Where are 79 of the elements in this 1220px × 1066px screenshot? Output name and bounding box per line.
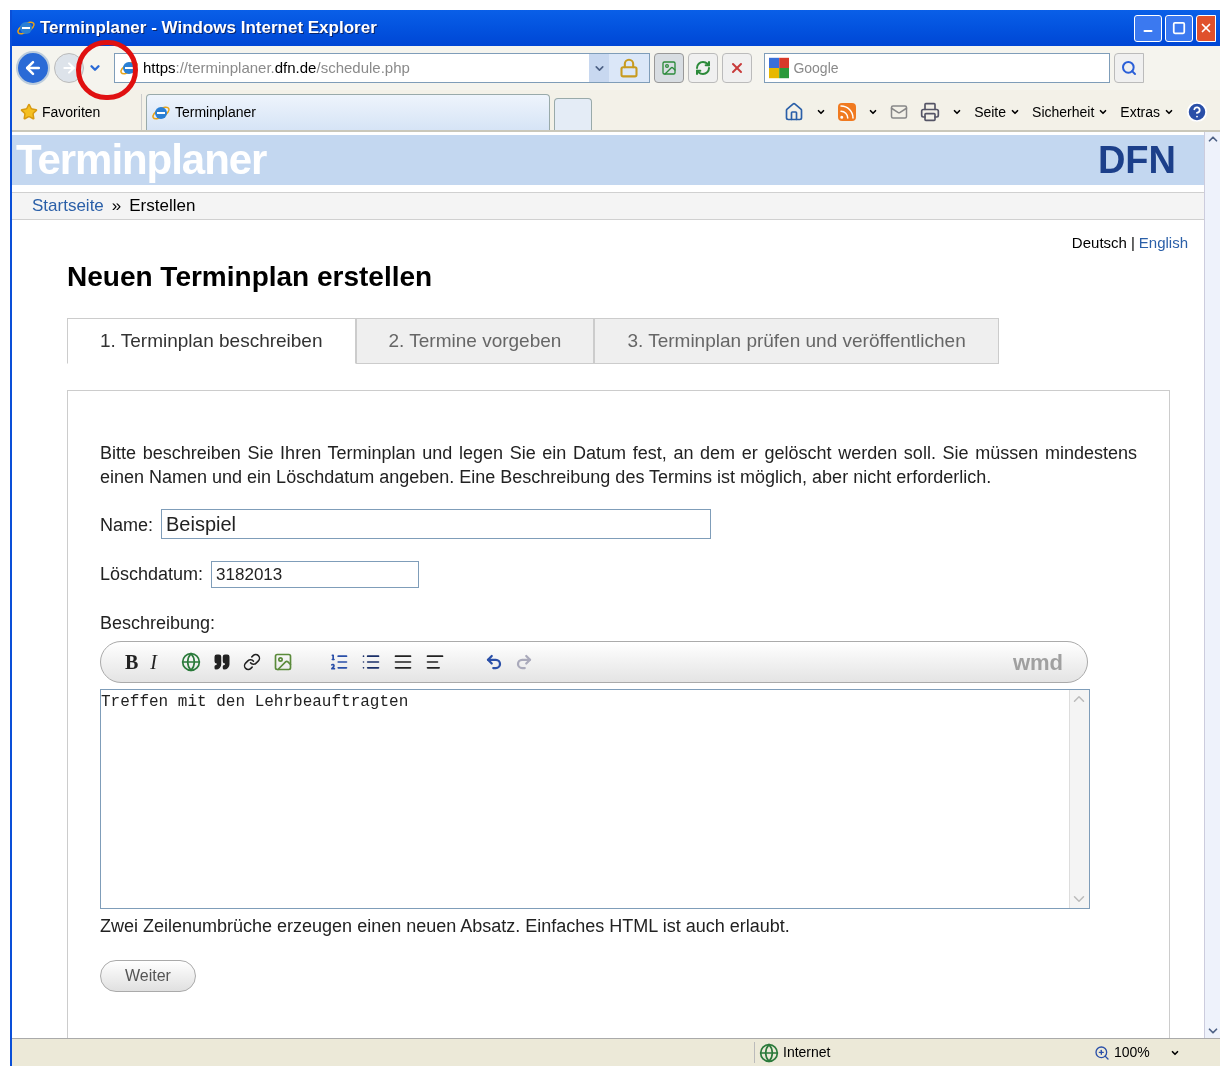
quote-icon[interactable] bbox=[213, 653, 231, 671]
globe-icon bbox=[759, 1042, 779, 1063]
bullet-list-icon[interactable] bbox=[361, 652, 381, 672]
search-icon bbox=[1121, 60, 1137, 76]
browser-tab[interactable]: Terminplaner bbox=[146, 94, 550, 130]
language-link[interactable]: English bbox=[1138, 231, 1188, 254]
print-icon[interactable] bbox=[920, 102, 941, 122]
zoom-button[interactable]: 100% bbox=[1094, 1042, 1180, 1063]
date-field[interactable]: 3182013 bbox=[211, 561, 420, 588]
breadcrumb-link[interactable]: Startseite bbox=[32, 193, 104, 219]
search-input: Google bbox=[793, 57, 1105, 79]
rule-icon[interactable] bbox=[425, 652, 445, 672]
bold-button[interactable]: B bbox=[125, 647, 139, 677]
heading-icon[interactable] bbox=[393, 652, 413, 672]
minimize-button[interactable] bbox=[1134, 14, 1162, 42]
breadcrumb-current: Erstellen bbox=[129, 195, 196, 217]
globe-icon[interactable] bbox=[181, 652, 201, 672]
description-field[interactable]: Treffen mit den Lehrbeauftragten bbox=[100, 689, 1090, 909]
stop-button[interactable] bbox=[722, 53, 752, 83]
caret-icon bbox=[1164, 107, 1174, 117]
image-icon[interactable] bbox=[273, 652, 293, 672]
compatibility-button[interactable] bbox=[654, 53, 684, 83]
language-separator: | bbox=[1130, 232, 1135, 253]
page-scrollbar[interactable] bbox=[1204, 132, 1220, 1038]
forward-arrow-icon bbox=[61, 60, 77, 76]
refresh-icon bbox=[695, 60, 711, 76]
intro-text: Bitte beschreiben Sie Ihren Terminplan und legen Sie ein Datum fest, an dem er gelöscht werden soll. Sie müssen mindestens einen Namen und ein Löschdatum angeben. Eine Beschreibung des Termins ist möglich, aber nicht erforderlich. bbox=[100, 442, 1137, 489]
step-tab[interactable]: 1. Terminplan beschreiben bbox=[67, 318, 356, 364]
link-icon[interactable] bbox=[243, 653, 261, 671]
feed-icon[interactable] bbox=[838, 103, 857, 121]
lock-icon bbox=[619, 58, 639, 78]
dropdown-button[interactable] bbox=[589, 54, 609, 82]
continue-button[interactable]: Weiter bbox=[100, 960, 196, 992]
menu-button[interactable]: Extras bbox=[1120, 101, 1174, 123]
refresh-button[interactable] bbox=[688, 53, 718, 83]
step-tab[interactable]: 3. Terminplan prüfen und veröffentlichen bbox=[594, 318, 999, 364]
help-icon[interactable] bbox=[1186, 101, 1208, 123]
search-field[interactable]: Google bbox=[764, 53, 1110, 83]
language-current: Deutsch bbox=[1071, 232, 1127, 253]
name-field[interactable]: Beispiel bbox=[161, 509, 711, 539]
close-icon bbox=[1199, 21, 1213, 35]
page-heading: Neuen Terminplan erstellen bbox=[67, 260, 434, 294]
undo-icon[interactable] bbox=[485, 653, 503, 671]
caret-icon[interactable] bbox=[816, 107, 827, 117]
search-provider-icon bbox=[769, 57, 790, 79]
url-text: https://terminplaner.dfn.de/schedule.php bbox=[143, 57, 410, 78]
address-field[interactable]: https://terminplaner.dfn.de/schedule.php bbox=[114, 53, 650, 83]
zoom-icon bbox=[1094, 1044, 1110, 1061]
step-tab[interactable]: 2. Termine vorgeben bbox=[355, 318, 595, 364]
numbered-list-icon[interactable] bbox=[329, 652, 349, 672]
description-text: Treffen mit den Lehrbeauftragten bbox=[101, 692, 410, 713]
caret-icon[interactable] bbox=[868, 107, 879, 117]
caret-icon bbox=[1098, 107, 1109, 117]
date-label: Löschdatum: bbox=[100, 563, 204, 586]
breadcrumb-separator: » bbox=[111, 195, 122, 217]
search-button[interactable] bbox=[1114, 53, 1144, 83]
back-button[interactable] bbox=[16, 51, 50, 85]
stop-icon bbox=[729, 60, 745, 76]
menu-button[interactable]: Seite bbox=[974, 101, 1021, 123]
mail-icon[interactable] bbox=[890, 103, 909, 121]
maximize-icon bbox=[1172, 21, 1186, 35]
hint-text: Zwei Zeilenumbrüche erzeugen einen neuen Absatz. Einfaches HTML ist auch erlaubt. bbox=[100, 915, 791, 938]
star-icon bbox=[20, 103, 38, 121]
description-label: Beschreibung: bbox=[100, 612, 217, 635]
name-label: Name: bbox=[100, 514, 153, 537]
editor-brand: wmd bbox=[1012, 648, 1063, 677]
close-button[interactable] bbox=[1196, 14, 1216, 42]
brand-logo: DFN bbox=[1097, 141, 1177, 179]
zone-label: Internet bbox=[783, 1043, 831, 1062]
maximize-button[interactable] bbox=[1165, 14, 1193, 42]
favorites-button[interactable]: Favoriten bbox=[16, 94, 142, 130]
italic-button[interactable]: I bbox=[150, 647, 157, 677]
menu-button[interactable]: Sicherheit bbox=[1032, 101, 1109, 123]
home-icon[interactable] bbox=[784, 102, 805, 122]
caret-icon bbox=[1010, 107, 1021, 117]
site-logo: Terminplaner bbox=[16, 139, 267, 181]
window-title: Terminplaner - Windows Internet Explorer bbox=[40, 17, 377, 40]
caret-icon[interactable] bbox=[952, 107, 963, 117]
picture-frame-icon bbox=[661, 60, 677, 76]
